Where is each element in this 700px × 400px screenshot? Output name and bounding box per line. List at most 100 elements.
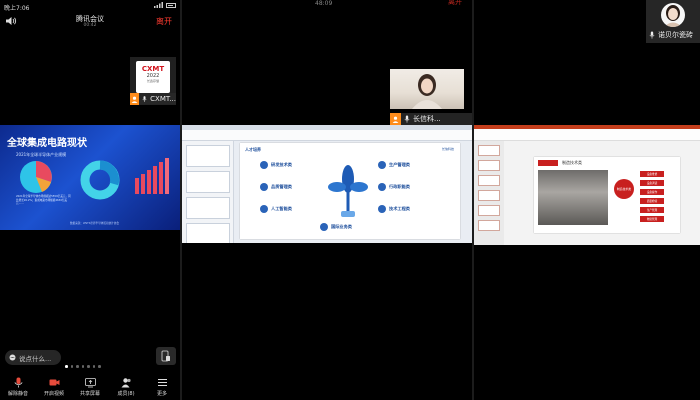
slide-thumbnail[interactable] xyxy=(478,205,500,216)
slide-category-label: 制造技术类 xyxy=(617,187,631,191)
chat-placeholder: 说点什么... xyxy=(19,354,52,363)
pie-chart-graphic xyxy=(20,161,52,193)
person-video-graphic xyxy=(412,74,442,109)
shared-document-window[interactable]: 人才培养 长信科技 研发技术类 生产管理类 品质管理类 行政职能类 人工智能类 … xyxy=(182,125,472,243)
meeting-duration: 00:42 xyxy=(83,23,97,28)
tag-production: 生产管理类 xyxy=(389,162,410,167)
slide-thumbnail[interactable] xyxy=(478,160,500,171)
unmute-button[interactable]: 解除静音 xyxy=(0,373,36,400)
more-button[interactable]: 更多 xyxy=(144,373,180,400)
slide-item-button: 设备维修 xyxy=(640,171,664,177)
tag-bullet xyxy=(260,161,268,169)
tag-bullet xyxy=(378,183,386,191)
slide-red-blocks xyxy=(538,160,558,166)
tag-bullet xyxy=(260,205,268,213)
right-pane: 诺贝尔瓷砖 制造技术类 制造技术类 设备维修 设备调试 设备操作 质量检验 生产… xyxy=(474,0,700,400)
slide-item-label: 质量检验 xyxy=(646,200,658,203)
slide-item-button: 生产管理 xyxy=(640,207,664,213)
participant-name-bar-cxmt: CXMT... xyxy=(130,93,176,105)
share-screen-icon xyxy=(84,378,96,388)
slide-thumbnail[interactable] xyxy=(478,175,500,186)
middle-top-bar: 48:09 离开 xyxy=(182,0,472,9)
slide-item-button: 质量检验 xyxy=(640,198,664,204)
participant-name-changxin: 长信科... xyxy=(413,115,441,123)
tag-quality: 品质管理类 xyxy=(271,184,292,189)
cxmt-logo: CXMT 2022 长鑫存储 xyxy=(136,61,170,93)
members-icon xyxy=(121,378,131,388)
bar-chart-graphic xyxy=(135,158,169,194)
phone-rotate-icon xyxy=(161,350,170,362)
members-button[interactable]: 成员(8) xyxy=(108,373,144,400)
page-dot xyxy=(70,365,73,368)
participant-video-changxin[interactable] xyxy=(390,69,464,109)
more-label: 更多 xyxy=(156,391,167,397)
shared-slide-title: 全球集成电路现状 xyxy=(7,138,87,149)
tag-ai: 人工智能类 xyxy=(271,206,292,211)
page-thumbnail[interactable] xyxy=(186,197,230,219)
share-screen-label: 共享屏幕 xyxy=(79,391,100,397)
page-dot xyxy=(98,365,101,368)
mic-icon xyxy=(649,31,655,39)
tag-admin: 行政职能类 xyxy=(389,184,410,189)
slide-category-circle: 制造技术类 xyxy=(614,179,634,199)
page-thumbnail[interactable] xyxy=(186,145,230,167)
presentation-slide: 制造技术类 制造技术类 设备维修 设备调试 设备操作 质量检验 生产管理 物流管… xyxy=(534,157,680,233)
battery-icon xyxy=(166,2,176,8)
tag-bullet xyxy=(260,183,268,191)
meeting-timer: 48:09 xyxy=(315,0,333,7)
tag-bullet xyxy=(320,223,328,231)
status-bar: 晚上7:06 xyxy=(0,0,180,12)
slide-thumbnail-panel[interactable] xyxy=(474,141,504,245)
chat-input[interactable]: 说点什么... xyxy=(5,350,61,365)
page-dot xyxy=(76,365,79,368)
slide-title: 制造技术类 xyxy=(562,160,582,165)
slide-thumbnail[interactable] xyxy=(478,145,500,156)
donut-chart-graphic xyxy=(80,160,120,200)
mic-muted-icon xyxy=(13,377,23,388)
meeting-header: 腾讯会议 00:42 离开 xyxy=(0,12,180,32)
cxmt-logo-sub: 长鑫存储 xyxy=(146,79,159,83)
mic-icon xyxy=(142,96,147,102)
slide-thumbnail[interactable] xyxy=(478,190,500,201)
share-screen-button[interactable]: 共享屏幕 xyxy=(72,373,108,400)
avatar xyxy=(661,3,685,27)
slide-thumbnail[interactable] xyxy=(478,220,500,231)
participant-name-bar-changxin: 长信科... xyxy=(390,113,472,125)
bottom-toolbar: 解除静音 开启视频 共享屏幕 成员(8) 更多 xyxy=(0,373,180,400)
slide-item-label: 设备调试 xyxy=(646,182,658,185)
page-dot xyxy=(81,365,84,368)
slide-item-label: 物流管理 xyxy=(646,218,658,221)
shared-slide[interactable]: 全球集成电路现状 2021年全球半导体产业规模 2021年全球半导体市场规模达5… xyxy=(0,125,180,230)
document-logo: 长信科技 xyxy=(441,147,454,151)
slide-item-button: 设备操作 xyxy=(640,189,664,195)
leave-button[interactable]: 离开 xyxy=(156,16,172,27)
camera-icon xyxy=(49,379,59,386)
cxmt-logo-text: CXMT xyxy=(141,65,165,73)
user-icon xyxy=(130,93,140,105)
leave-button-mirrored[interactable]: 离开 xyxy=(448,0,462,7)
shared-slide-notes: 2021年全球半导体市场规模达5559亿美元，同比增长26.2%；集成电路市场规… xyxy=(16,195,71,206)
presentation-ribbon[interactable] xyxy=(474,129,700,141)
document-ribbon[interactable] xyxy=(182,130,472,141)
slide-item-button: 物流管理 xyxy=(640,216,664,222)
page-thumbnail[interactable] xyxy=(186,223,230,243)
tag-research: 研发技术类 xyxy=(271,162,292,167)
start-video-button[interactable]: 开启视频 xyxy=(36,373,72,400)
slide-item-label: 生产管理 xyxy=(646,209,658,212)
chat-bubble-icon xyxy=(9,354,16,361)
left-pane: 晚上7:06 腾讯会议 00:42 离开 CXMT 2022 长鑫存储 CXMT… xyxy=(0,0,180,400)
plant-graphic xyxy=(328,165,368,217)
participant-tile-nuobeier[interactable]: 诺贝尔瓷砖 xyxy=(646,0,700,43)
page-dot xyxy=(87,365,90,368)
page-dot xyxy=(65,365,68,368)
document-thumbnail-panel[interactable] xyxy=(182,141,234,243)
slide-item-label: 设备操作 xyxy=(646,191,658,194)
signal-icon xyxy=(154,2,163,8)
middle-pane: 48:09 离开 长信科... 人才培养 长信科技 研发技术类 生产管理类 品质… xyxy=(182,0,472,400)
document-page-title: 人才培养 xyxy=(245,147,261,152)
page-thumbnail[interactable] xyxy=(186,171,230,193)
user-icon xyxy=(390,113,401,125)
rotate-screen-button[interactable] xyxy=(156,347,176,365)
document-page: 人才培养 长信科技 研发技术类 生产管理类 品质管理类 行政职能类 人工智能类 … xyxy=(240,143,460,239)
shared-presentation-window[interactable]: 制造技术类 制造技术类 设备维修 设备调试 设备操作 质量检验 生产管理 物流管… xyxy=(474,125,700,245)
